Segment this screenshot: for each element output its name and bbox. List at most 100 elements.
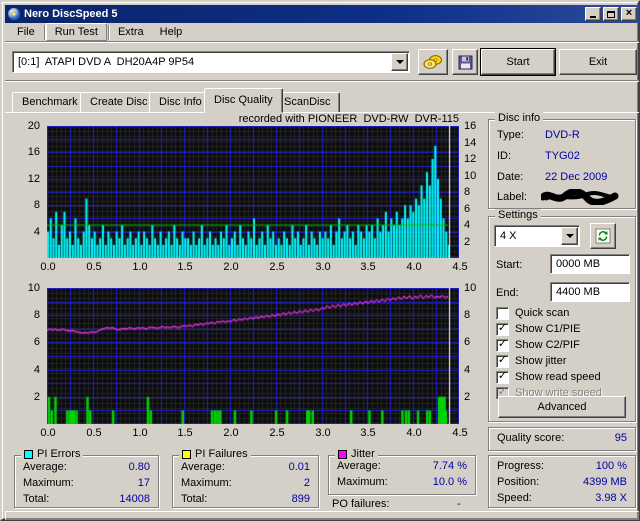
scan-speed-select[interactable]: 4 X [494,225,580,247]
scan-speed-arrow[interactable] [561,227,578,245]
tab-disc-info[interactable]: Disc Info [149,92,212,113]
disc-id-label: ID: [497,150,511,162]
start-position-label: Start: [496,259,522,271]
maximum-label: Maximum: [23,477,74,489]
eject-disc-icon [423,53,443,71]
end-position-field[interactable] [550,282,630,302]
refresh-arrows-icon [595,228,611,244]
read-speed-y-axis-right: 161412108642 [462,126,482,258]
tick-label: 10 [464,282,476,294]
tick-label: 2 [464,391,470,403]
menu-bar: File Run Test Extra Help [5,23,639,42]
minimize-button[interactable] [585,7,601,21]
jitter-title: Jitter [351,448,375,460]
jitter-x-axis: 0.00.51.01.52.02.53.03.54.04.5 [47,427,459,439]
advanced-button-label: Advanced [538,401,587,413]
tick-label: 1.0 [129,427,151,439]
menu-run-test[interactable]: Run Test [46,23,107,41]
disc-info-title: Disc info [495,112,543,124]
tick-label: 2.5 [266,427,288,439]
start-position-field[interactable] [550,254,630,274]
average-value: 0.01 [289,461,310,473]
tick-label: 1.0 [129,261,151,273]
tick-label: 16 [28,146,40,158]
checkbox-show-read-speed[interactable]: ✓ Show read speed [496,370,601,384]
disc-type-label: Type: [497,129,524,141]
checkbox: ✓ [496,339,509,352]
start-button[interactable]: Start [481,49,555,75]
eject-button[interactable] [418,49,448,75]
tab-scandisc[interactable]: ScanDisc [274,92,340,113]
drive-select-arrow[interactable] [391,53,408,71]
tab-label: Benchmark [22,96,78,108]
pi-errors-title: PI Errors [37,448,80,460]
refresh-button[interactable] [590,223,616,249]
tick-label: 1.5 [174,427,196,439]
tab-benchmark[interactable]: Benchmark [12,92,88,113]
maximize-button[interactable] [603,7,619,21]
title-bar[interactable]: Nero DiscSpeed 5 × [5,5,639,23]
tick-label: 2 [34,391,40,403]
floppy-disk-icon [458,55,473,70]
window-title: Nero DiscSpeed 5 [24,8,583,20]
menu-extra[interactable]: Extra [110,24,152,40]
total-value: 14008 [119,493,150,505]
disc-type-value: DVD-R [545,129,580,141]
chart-header: recorded with PIONEER DVD-RW DVR-115 [47,113,459,125]
maximum-label: Maximum: [337,476,388,488]
speed-value: 3.98 X [595,492,627,504]
tab-label: Disc Info [159,96,202,108]
menu-file[interactable]: File [9,24,43,40]
tab-create-disc[interactable]: Create Disc [80,92,157,113]
chevron-down-icon [566,234,574,238]
tick-label: 2.5 [266,261,288,273]
average-value: 0.80 [129,461,150,473]
checkbox-label: Show C2/PIF [515,339,580,351]
position-value: 4399 MB [583,476,627,488]
chevron-down-icon [396,60,404,64]
exit-button-label: Exit [589,56,607,68]
average-value: 7.74 % [433,460,467,472]
tick-label: 8 [464,186,470,198]
close-icon: × [626,8,632,19]
checkbox-show-jitter[interactable]: ✓ Show jitter [496,354,566,368]
save-button[interactable] [452,49,478,75]
checkbox-show-c1-pie[interactable]: ✓ Show C1/PIE [496,322,580,336]
checkmark-icon: ✓ [498,339,507,350]
maximum-value: 17 [138,477,150,489]
tab-disc-quality[interactable]: Disc Quality [204,88,283,113]
close-button[interactable]: × [621,7,637,21]
tick-label: 0.5 [83,261,105,273]
tick-label: 8 [464,309,470,321]
checkbox-label: Show C1/PIE [515,323,580,335]
tick-label: 16 [464,120,476,132]
pi-errors-x-axis: 0.00.51.01.52.02.53.03.54.04.5 [47,261,459,273]
checkbox-label: Quick scan [515,307,569,319]
drive-select[interactable]: [0:1] ATAPI DVD A DH20A4P 9P54 [12,51,410,73]
exit-button[interactable]: Exit [559,49,637,75]
tick-label: 10 [28,282,40,294]
tick-label: 8 [34,199,40,211]
tick-label: 10 [464,170,476,182]
tick-label: 2.0 [220,261,242,273]
checkbox-quick-scan[interactable]: ✓ Quick scan [496,306,569,320]
tick-label: 3.0 [312,261,334,273]
checkmark-icon: ✓ [498,355,507,366]
checkbox: ✓ [496,371,509,384]
quality-score-value: 95 [615,432,627,444]
tick-label: 4 [464,364,470,376]
po-failures-label: PO failures: [332,498,389,510]
maximum-label: Maximum: [181,477,232,489]
advanced-button[interactable]: Advanced [498,396,626,418]
average-label: Average: [23,461,67,473]
quality-score-label: Quality score: [497,432,564,444]
menu-help[interactable]: Help [152,24,191,40]
disc-date-value: 22 Dec 2009 [545,171,607,183]
po-failures-value: - [457,498,461,510]
tick-label: 12 [464,153,476,165]
checkbox-show-c2-pif[interactable]: ✓ Show C2/PIF [496,338,580,352]
tab-label: ScanDisc [284,96,330,108]
tick-label: 1.5 [174,261,196,273]
tab-label: Create Disc [90,96,147,108]
jitter-y-axis-right: 108642 [462,288,482,424]
